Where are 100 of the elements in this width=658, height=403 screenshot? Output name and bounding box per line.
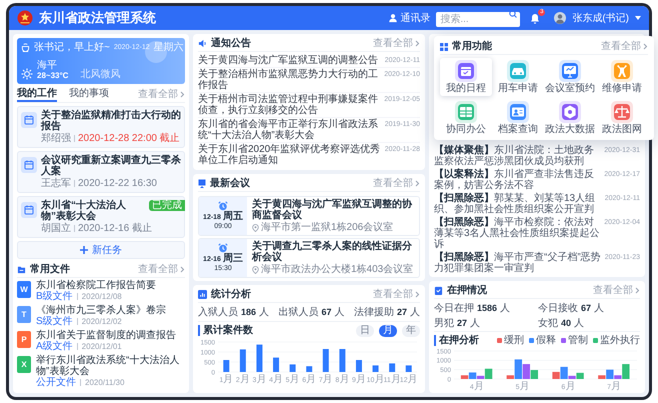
quick-function-button[interactable]: 会议室预约 <box>544 58 596 96</box>
bar <box>273 357 280 372</box>
section-title: 常用功能 <box>452 40 492 54</box>
file-grade: B级文件 <box>36 291 73 302</box>
section-title: 统计分析 <box>211 288 251 302</box>
bar <box>389 362 396 372</box>
chevron-icon <box>635 287 640 294</box>
bar <box>290 364 296 372</box>
news-headline[interactable]: 【媒体聚焦】东川省法院：土地政务监察依法严惩涉黑团伙成员均获刑 <box>434 145 600 167</box>
user-name[interactable]: 张东成(书记) <box>572 10 629 26</box>
bar <box>240 348 246 372</box>
chevron-icon <box>180 90 185 98</box>
grid-icon <box>440 42 448 50</box>
news-headline[interactable]: 【扫黑除恶】郭某某、刘某等13人组织、参加黑社会性质组织案公开宣判 <box>434 193 601 215</box>
stat-value: 67 <box>322 306 332 319</box>
tab[interactable]: 我的工作 <box>17 87 57 102</box>
news-headline[interactable]: 【以案释法】东川省严查非法售违反案例，妨害公务法不容 <box>434 169 600 191</box>
task-deadline: 2020-12-16 截止 <box>78 223 152 234</box>
stat-label: 入狱人员 <box>198 307 238 319</box>
file-name[interactable]: 东川省检察院工作报告简要 <box>36 280 156 291</box>
quick-function-button[interactable]: 档案查询 <box>492 99 544 137</box>
meeting-location: 海平市政法办公大楼1栋403会议室 <box>261 264 414 275</box>
quick-function-button[interactable]: 维修申请 <box>596 58 648 96</box>
stat-label: 法律援助 <box>354 307 394 319</box>
quick-function-button[interactable]: 用车申请 <box>492 58 544 96</box>
weekday: 星期六 <box>154 42 184 53</box>
chevron-icon <box>643 43 648 50</box>
section-title: 最新会议 <box>210 176 250 191</box>
plus-icon <box>80 246 88 254</box>
meeting-weekday: 周五 <box>222 210 243 222</box>
stat-value: 27 <box>396 306 407 319</box>
file-grade: A级文件 <box>36 341 73 352</box>
stat-unit: 人 <box>594 303 604 315</box>
legend-label: 假释 <box>536 335 556 346</box>
contacts-link[interactable]: 通讯录 <box>388 10 430 26</box>
stat-unit: 人 <box>410 307 420 319</box>
chart-title: 累计案件数 <box>198 325 253 336</box>
file-type-icon: X <box>17 356 31 373</box>
stat-unit: 人 <box>574 318 584 330</box>
stat-value: 186 <box>241 306 256 319</box>
search-field[interactable]: 搜索... <box>436 12 520 27</box>
meeting-title: 关于黄四海与沈广军监狱互调整的协商监督会议 <box>252 199 414 221</box>
period-tab[interactable]: 月 <box>379 324 397 336</box>
notice-title[interactable]: 关于黄四海与沈广军监狱互调的调整公告 <box>198 55 381 66</box>
news-headline[interactable]: 【扫黑除恶】海平市严查“父子档”恶势力犯罪集团案一审宣判 <box>434 252 601 274</box>
location-pin-icon <box>252 266 259 274</box>
quick-function-button[interactable]: 政法图网 <box>596 99 648 137</box>
task-card[interactable]: 会议研究重新立案调查九三零杀人案 王志军 2020-12-22 16:30 <box>17 151 185 193</box>
bar <box>256 344 262 372</box>
news-headline[interactable]: 【扫黑除恶】海平市检察院：依法对薄某等3名人黑社会性质组织案提起公诉 <box>434 217 600 250</box>
task-assignee: 王志军 <box>41 178 71 189</box>
bar <box>339 348 346 372</box>
chevron-icon <box>415 40 420 47</box>
quick-function-button[interactable]: 协同办公 <box>440 99 492 137</box>
notice-title[interactable]: 关于梧州市司法监管过程中刑事嫌疑案件侦查，执行立刻移交的公告 <box>198 94 380 116</box>
tab[interactable]: 我的事项 <box>69 87 109 102</box>
folder-icon <box>17 265 26 274</box>
alarm-clock-icon <box>218 242 228 253</box>
task-card[interactable]: 关于整治监狱精准打击大行动的报告 郑绍强 2020-12-28 22:00 截止 <box>17 106 185 148</box>
notice-title[interactable]: 关于整治梧州市监狱黑恶势力大行动的工作报告 <box>198 69 380 91</box>
app-title: 东川省政法管理系统 <box>39 9 156 28</box>
stat-label: 出狱人员 <box>278 307 318 319</box>
file-grade: 公开文件 <box>36 377 76 388</box>
avatar-icon <box>554 12 566 24</box>
file-date: 2020/12/01 <box>82 341 122 352</box>
speaker-icon <box>198 39 207 48</box>
calendar-icon <box>21 202 37 218</box>
file-name[interactable]: 东川省关于监督制度的调查报告 <box>36 330 176 341</box>
task-deadline: 2020-12-22 16:30 <box>78 178 157 189</box>
stat-label: 今日接收 <box>538 303 578 315</box>
new-task-button[interactable]: 新任务 <box>17 241 185 259</box>
alarm-clock-icon <box>218 200 228 211</box>
sun-icon <box>21 68 33 80</box>
file-name[interactable]: 《海州市九三零杀人案》卷宗 <box>36 305 166 316</box>
meeting-weekday: 周三 <box>222 252 243 264</box>
calendar-icon <box>21 112 37 128</box>
bar <box>356 360 362 372</box>
task-assignee: 胡国立 <box>41 223 71 234</box>
clipboard-icon <box>434 286 443 295</box>
meeting-location: 海平市第一监狱1栋206会议室 <box>261 222 394 233</box>
stat-label: 男犯 <box>434 318 454 330</box>
file-type-icon: W <box>17 281 31 298</box>
legend-label: 缓刑 <box>504 335 524 346</box>
file-grade: S级文件 <box>36 316 73 327</box>
task-title: 会议研究重新立案调查九三零杀人案 <box>41 155 181 177</box>
file-date: 2020/12/02 <box>82 316 122 327</box>
city-name: 海平 <box>37 60 58 71</box>
file-name[interactable]: 举行东川省政法系统“十大法治人物”表彰大会 <box>36 355 185 377</box>
stat-unit: 人 <box>500 303 510 315</box>
notice-title[interactable]: 关于东川省2020年监狱评优考察评选优秀单位工作启动通知 <box>198 144 381 166</box>
stat-value: 40 <box>561 316 572 330</box>
notice-title[interactable]: 东川省的省会海平市正举行东川省政法系统“十大法治人物”表彰大会 <box>198 119 381 141</box>
task-card[interactable]: 东川省“十大法治人物”表彰大会 胡国立 2020-12-16 截止 已完成 <box>17 196 185 238</box>
task-deadline: 2020-12-28 22:00 截止 <box>78 133 180 144</box>
location-pin-icon <box>252 224 259 232</box>
meeting-icon <box>198 179 206 188</box>
quick-function-button[interactable]: 政法大数据 <box>544 99 596 137</box>
file-date: 2020/11/30 <box>85 377 124 388</box>
file-type-icon: P <box>17 331 31 348</box>
quick-function-button[interactable]: 我的日程 <box>440 58 492 96</box>
